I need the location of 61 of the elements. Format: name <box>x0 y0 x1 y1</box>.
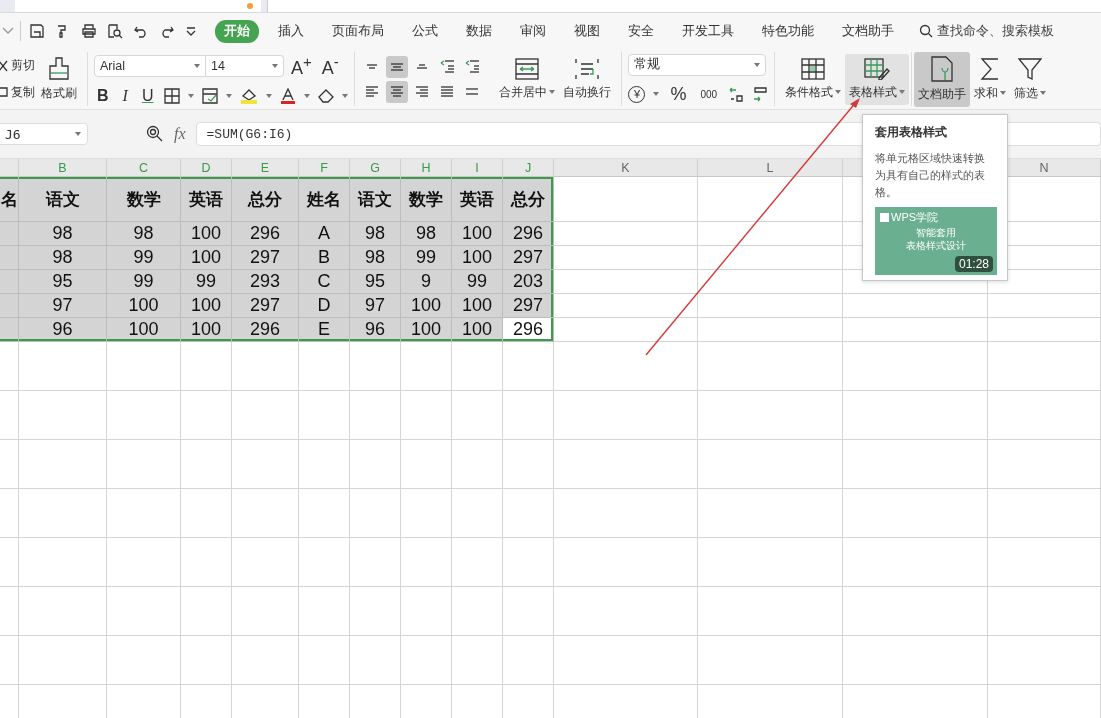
header-cell: 总分 <box>232 177 299 222</box>
table-cell: D <box>299 294 350 318</box>
header-cell: 语文 <box>19 177 107 222</box>
header-cell: 英语 <box>452 177 503 222</box>
table-cell: 293 <box>232 270 299 294</box>
video-title: 表格样式设计 <box>905 239 967 252</box>
table-cell: 100 <box>452 246 503 270</box>
table-cell: 95 <box>350 270 401 294</box>
table-cell: 97 <box>350 294 401 318</box>
header-cell: 名 <box>0 177 19 222</box>
table-cell: 98 <box>19 246 107 270</box>
table-cell: C <box>299 270 350 294</box>
table-cell: 99 <box>181 270 232 294</box>
table-cell: 100 <box>181 246 232 270</box>
table-cell: 96 <box>350 318 401 342</box>
table-cell: 97 <box>19 294 107 318</box>
table-cell: 296 <box>232 318 299 342</box>
table-cell: 297 <box>503 246 554 270</box>
table-cell: 297 <box>232 294 299 318</box>
header-cell: 语文 <box>350 177 401 222</box>
table-cell: 100 <box>107 294 181 318</box>
table-cell: 296 <box>503 318 554 342</box>
table-cell: 100 <box>452 294 503 318</box>
table-cell: 100 <box>181 294 232 318</box>
tooltip-text: 将单元格区域快速转换为具有自己的样式的表格。 <box>875 151 986 200</box>
table-cell: 98 <box>350 246 401 270</box>
header-cell: 英语 <box>181 177 232 222</box>
table-cell: 203 <box>503 270 554 294</box>
table-cell: 100 <box>401 318 452 342</box>
video-title: 智能套用 <box>915 226 957 239</box>
table-cell: B <box>299 246 350 270</box>
table-cell: 100 <box>452 222 503 246</box>
table-cell: 99 <box>107 246 181 270</box>
table-cell: 100 <box>181 222 232 246</box>
table-cell: 98 <box>19 222 107 246</box>
brand-label: WPS学院 <box>891 210 939 225</box>
table-cell: 98 <box>107 222 181 246</box>
header-cell: 总分 <box>503 177 554 222</box>
table-cell: 100 <box>107 318 181 342</box>
header-cell: 姓名 <box>299 177 350 222</box>
header-cell: 数学 <box>107 177 181 222</box>
table-cell: 98 <box>350 222 401 246</box>
table-cell: A <box>299 222 350 246</box>
table-cell: 297 <box>232 246 299 270</box>
table-cell: 9 <box>401 270 452 294</box>
tooltip-title: 套用表格样式 <box>875 124 948 141</box>
table-cell: 99 <box>452 270 503 294</box>
table-cell: 100 <box>401 294 452 318</box>
video-duration: 01:28 <box>954 256 993 272</box>
table-cell: 296 <box>232 222 299 246</box>
table-cell: E <box>299 318 350 342</box>
table-cell: 99 <box>107 270 181 294</box>
table-cell: 99 <box>401 246 452 270</box>
table-cell: 100 <box>452 318 503 342</box>
table-cell: 297 <box>503 294 554 318</box>
table-cell: 96 <box>19 318 107 342</box>
header-cell: 数学 <box>401 177 452 222</box>
table-cell: 296 <box>503 222 554 246</box>
table-cell: 98 <box>401 222 452 246</box>
table-cell: 95 <box>19 270 107 294</box>
table-cell: 100 <box>181 318 232 342</box>
